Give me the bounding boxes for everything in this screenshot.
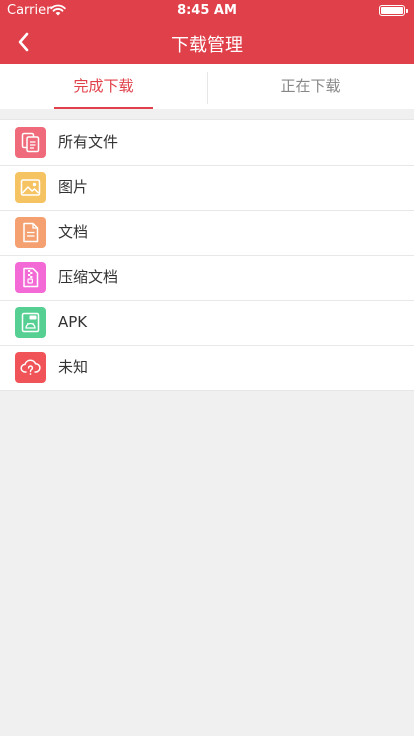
active-tab-indicator [54, 107, 153, 109]
battery-icon [379, 5, 408, 16]
list-item-documents[interactable]: 文档 [0, 210, 414, 255]
all-files-icon [15, 127, 46, 158]
list-item-unknown[interactable]: 未知 [0, 345, 414, 390]
list-item-images[interactable]: 图片 [0, 165, 414, 210]
status-bar: Carrier 8:45 AM [0, 0, 414, 20]
list-item-label: 压缩文档 [58, 268, 119, 286]
image-icon [15, 172, 46, 203]
clock: 8:45 AM [177, 3, 237, 18]
list-item-archives[interactable]: 压缩文档 [0, 255, 414, 300]
unknown-icon [15, 352, 46, 383]
tab-downloading[interactable]: 正在下载 [207, 64, 414, 109]
apk-icon [15, 307, 46, 338]
document-icon [15, 217, 46, 248]
list-item-all-files[interactable]: 所有文件 [0, 120, 414, 165]
tab-label: 正在下载 [280, 77, 341, 95]
tab-divider [207, 72, 208, 104]
tab-completed-downloads[interactable]: 完成下载 [0, 64, 207, 109]
list-item-label: APK [58, 313, 88, 331]
navigation-header: Carrier 8:45 AM 下载管理 [0, 0, 414, 64]
list-item-label: 文档 [58, 223, 89, 241]
list-item-label: 图片 [58, 178, 89, 196]
page-title: 下载管理 [171, 35, 243, 56]
tab-label: 完成下载 [73, 77, 134, 95]
list-item-apk[interactable]: APK [0, 300, 414, 345]
list-item-label: 所有文件 [58, 133, 119, 151]
file-type-list: 所有文件 图片 文档 压缩文档 APK 未知 [0, 119, 414, 391]
zip-icon [15, 262, 46, 293]
list-item-label: 未知 [58, 358, 89, 376]
